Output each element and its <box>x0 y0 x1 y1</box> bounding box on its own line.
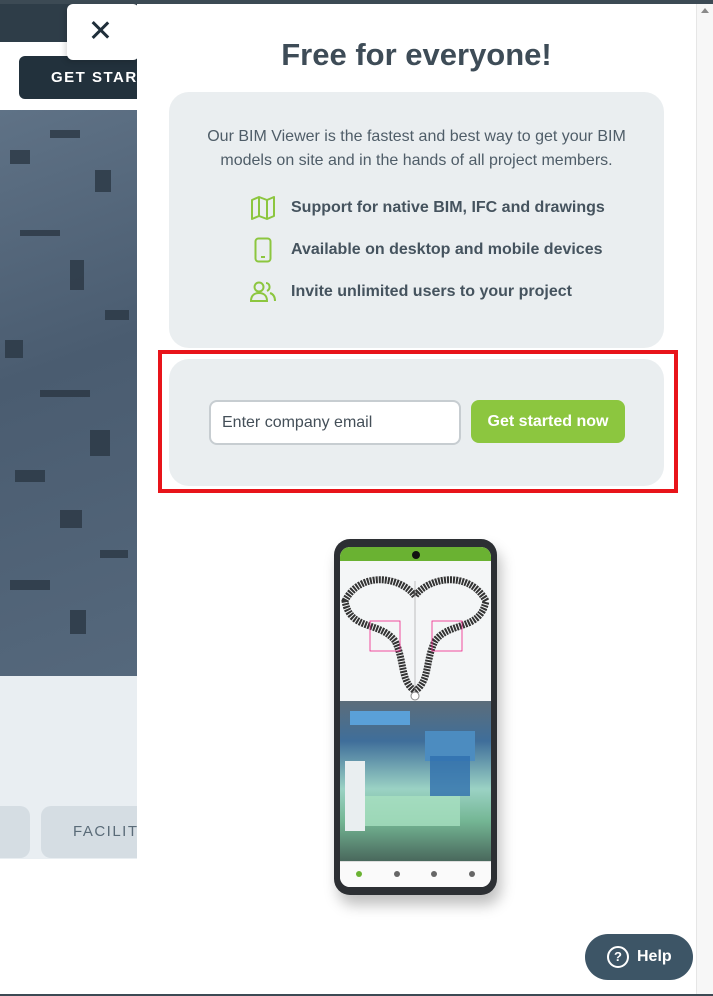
feature-label: Available on desktop and mobile devices <box>291 241 603 258</box>
close-icon[interactable] <box>90 20 110 40</box>
feature-item-users: Invite unlimited users to your project <box>249 278 572 306</box>
feature-item-native-bim: Support for native BIM, IFC and drawings <box>249 194 605 222</box>
smartphone-icon <box>249 236 277 264</box>
phone-screen <box>340 547 491 887</box>
phone-preview-image <box>334 539 497 895</box>
intro-text: Our BIM Viewer is the fastest and best w… <box>207 128 626 169</box>
signup-modal: Free for everyone! Our BIM Viewer is the… <box>137 4 696 996</box>
modal-title: Free for everyone! <box>281 37 552 72</box>
3d-model-view <box>340 701 491 861</box>
scrollbar[interactable] <box>696 4 713 996</box>
scroll-up-arrow-icon[interactable] <box>701 8 709 13</box>
map-icon <box>249 194 277 222</box>
phone-bottom-nav <box>340 861 491 887</box>
feature-item-devices: Available on desktop and mobile devices <box>249 236 603 264</box>
users-icon <box>249 278 277 306</box>
feature-label: Support for native BIM, IFC and drawings <box>291 199 605 216</box>
background-hero-image <box>0 110 137 676</box>
background-category-pill[interactable] <box>0 806 30 858</box>
info-card: Our BIM Viewer is the fastest and best w… <box>169 92 664 348</box>
feature-label: Invite unlimited users to your project <box>291 283 572 300</box>
help-label: Help <box>637 948 672 965</box>
highlight-box <box>158 350 678 493</box>
question-icon: ? <box>607 946 629 968</box>
help-button[interactable]: ? Help <box>585 934 693 980</box>
floor-plan-view <box>340 561 491 701</box>
background-category-pill-facility[interactable]: FACILITY <box>41 806 151 858</box>
